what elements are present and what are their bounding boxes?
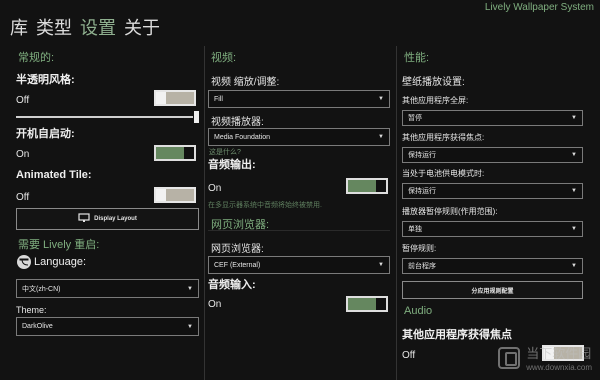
app-rules-label: 分应用规则配置: [471, 288, 514, 295]
wallpaper-playback-label: 壁纸播放设置:: [402, 77, 465, 88]
theme-label: Theme:: [16, 305, 47, 315]
fullscreen-selected-value: 暂停: [408, 115, 422, 122]
translate-icon: [16, 254, 32, 275]
startup-value: On: [16, 149, 30, 160]
audio-output-toggle[interactable]: [346, 178, 388, 194]
pause-rule-scope-selected-value: 单独: [408, 226, 422, 233]
language-selected-value: 中文(zh-CN): [22, 285, 61, 293]
startup-label: 开机自启动:: [16, 128, 75, 140]
web-section-divider: [208, 230, 390, 231]
watermark-name: 当下软件园: [526, 346, 592, 361]
section-audio: Audio: [404, 305, 433, 317]
slider-thumb[interactable]: [194, 111, 199, 123]
pause-rule-scope-select[interactable]: 单独 ▼: [402, 221, 583, 237]
tab-about[interactable]: 关于: [124, 14, 160, 40]
watermark: 当下软件园 www.downxia.com: [498, 343, 592, 372]
toggle-knob: [376, 180, 386, 192]
animated-tile-value: Off: [16, 192, 30, 203]
video-scaling-label: 视频 缩放/调整:: [211, 77, 280, 88]
chevron-down-icon: ▼: [378, 134, 384, 140]
audio-output-value: On: [208, 183, 222, 194]
tab-types[interactable]: 类型: [36, 14, 72, 40]
display-layout-label: Display Layout: [94, 216, 137, 222]
chevron-down-icon: ▼: [571, 152, 577, 158]
audio-output-hint: 在多显示器系统中音频将始终被禁用.: [208, 202, 322, 209]
pause-rule-selected-value: 前台程序: [408, 263, 436, 270]
chevron-down-icon: ▼: [187, 323, 193, 330]
app-title: Lively Wallpaper System: [484, 2, 594, 13]
slider-track: [16, 116, 193, 118]
column-divider-1: [204, 46, 205, 380]
tab-settings[interactable]: 设置: [80, 14, 116, 40]
watermark-logo-icon: [498, 346, 521, 369]
chevron-down-icon: ▼: [378, 262, 384, 268]
tab-library[interactable]: 库: [10, 14, 28, 40]
language-row: Language:: [16, 254, 196, 272]
toggle-knob: [376, 298, 386, 310]
monitor-icon: [78, 213, 90, 225]
audio-output-label: 音频输出:: [208, 159, 256, 171]
transparent-style-toggle[interactable]: [154, 90, 196, 106]
chevron-down-icon: ▼: [378, 96, 384, 102]
web-browser-selected-value: CEF (External): [214, 261, 261, 269]
transparency-slider[interactable]: [16, 111, 199, 123]
pause-rule-select[interactable]: 前台程序 ▼: [402, 258, 583, 274]
display-layout-button[interactable]: Display Layout: [16, 208, 199, 230]
audio-input-label: 音频输入:: [208, 279, 256, 291]
chevron-down-icon: ▼: [571, 263, 577, 269]
chevron-down-icon: ▼: [571, 188, 577, 194]
toggle-knob: [156, 92, 166, 104]
audio-input-value: On: [208, 299, 222, 310]
section-video: 视频:: [211, 52, 237, 64]
fullscreen-select[interactable]: 暂停 ▼: [402, 110, 583, 126]
theme-select[interactable]: DarkOlive ▼: [16, 317, 199, 336]
battery-label: 当处于电池供电模式时:: [402, 169, 485, 178]
animated-tile-toggle[interactable]: [154, 187, 196, 203]
toggle-knob: [156, 189, 166, 201]
animated-tile-label: Animated Tile:: [16, 169, 92, 181]
pause-rule-label: 暂停规则:: [402, 244, 437, 253]
chevron-down-icon: ▼: [187, 285, 193, 292]
pause-rule-scope-label: 播放器暂停规则(作用范围):: [402, 207, 498, 216]
video-player-label: 视频播放器:: [211, 117, 264, 128]
video-scaling-selected-value: Fill: [214, 95, 223, 103]
chevron-down-icon: ▼: [571, 115, 577, 121]
transparent-style-value: Off: [16, 95, 30, 106]
focus-selected-value: 保持运行: [408, 152, 436, 159]
watermark-url: www.downxia.com: [526, 363, 592, 372]
battery-select[interactable]: 保持运行 ▼: [402, 183, 583, 199]
transparent-style-label: 半透明风格:: [16, 74, 75, 86]
video-scaling-select[interactable]: Fill ▼: [208, 90, 390, 108]
theme-selected-value: DarkOlive: [22, 323, 53, 330]
app-rules-button[interactable]: 分应用规则配置: [402, 281, 583, 299]
toggle-knob: [184, 147, 194, 159]
video-player-select[interactable]: Media Foundation ▼: [208, 128, 390, 146]
chevron-down-icon: ▼: [571, 226, 577, 232]
fullscreen-label: 其他应用程序全屏:: [402, 96, 469, 105]
section-general: 常规的:: [18, 52, 55, 64]
section-restart-required: 需要 Lively 重启:: [18, 239, 100, 251]
video-player-selected-value: Media Foundation: [214, 133, 271, 141]
focus-select[interactable]: 保持运行 ▼: [402, 147, 583, 163]
audio-focus-label: 其他应用程序获得焦点: [402, 329, 512, 341]
language-label: Language:: [34, 256, 86, 268]
audio-input-toggle[interactable]: [346, 296, 388, 312]
startup-toggle[interactable]: [154, 145, 196, 161]
language-select[interactable]: 中文(zh-CN) ▼: [16, 279, 199, 298]
column-divider-2: [396, 46, 397, 380]
web-browser-label: 网页浏览器:: [211, 244, 264, 255]
section-performance: 性能:: [404, 52, 430, 64]
focus-label: 其他应用程序获得焦点:: [402, 133, 485, 142]
top-nav: 库 类型 设置 关于: [10, 14, 160, 40]
battery-selected-value: 保持运行: [408, 188, 436, 195]
web-browser-select[interactable]: CEF (External) ▼: [208, 256, 390, 274]
audio-focus-value: Off: [402, 350, 416, 361]
